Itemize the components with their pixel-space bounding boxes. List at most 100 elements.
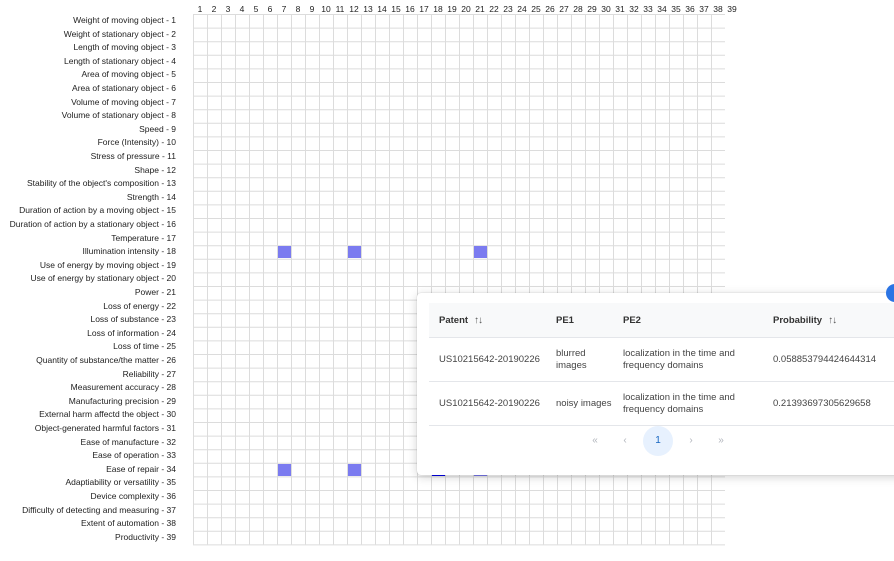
row-label: Stability of the object's composition - …: [26, 178, 176, 189]
row-label: Stress of pressure - 11: [90, 151, 176, 161]
pe1-column-header: PE1: [546, 303, 613, 338]
row-label: Volume of moving object - 7: [71, 96, 176, 107]
pe2-column-header: PE2: [613, 303, 763, 338]
probability-cell: 0.21393697305629658: [763, 381, 894, 426]
pe2-cell: localization in the time and frequency d…: [613, 381, 763, 426]
patent-cell: US10215642-20190226: [429, 337, 546, 382]
row-label: Loss of time - 25: [113, 341, 176, 352]
column-header: 3: [225, 4, 231, 14]
column-header: 23: [503, 4, 513, 14]
row-label: Device complexity - 36: [90, 491, 176, 501]
row-label: Length of stationary object - 4: [64, 55, 176, 66]
row-label: Loss of information - 24: [87, 327, 176, 338]
column-header: 10: [321, 4, 331, 14]
column-header: 27: [559, 4, 569, 14]
pe1-cell: blurred images: [546, 337, 613, 382]
row-label: Measurement accuracy - 28: [70, 382, 176, 393]
matrix-cell-marked[interactable]: [348, 246, 361, 259]
column-header: 11: [335, 4, 345, 14]
row-label: Adaptiability or versatility - 35: [65, 477, 176, 488]
patent-popup: Patent ↑↓ PE1 PE2 Probability ↑↓ US1021564…: [417, 293, 894, 475]
column-header: 15: [391, 4, 401, 14]
prev-page-button[interactable]: ‹: [610, 426, 640, 456]
row-label: Productivity - 39: [115, 531, 176, 542]
row-label: Ease of manufacture - 32: [80, 436, 176, 447]
column-header: 13: [363, 4, 373, 14]
column-header: 12: [349, 4, 359, 14]
column-header: 26: [545, 4, 555, 14]
column-header: 31: [615, 4, 625, 14]
row-label: Use of energy by moving object - 19: [39, 259, 176, 270]
column-header: 6: [267, 4, 273, 14]
page-1-button[interactable]: 1: [643, 426, 673, 456]
patent-cell: US10215642-20190226: [429, 381, 546, 426]
last-page-button[interactable]: »: [706, 426, 736, 456]
matrix-cell-marked[interactable]: [278, 463, 291, 476]
row-label: Extent of automation - 38: [81, 518, 176, 529]
probability-cell: 0.058853794424644314: [763, 337, 894, 382]
matrix-cell-marked[interactable]: [348, 463, 361, 476]
matrix-grid[interactable]: [193, 14, 725, 561]
row-label: Object-generated harmful factors - 31: [34, 423, 176, 433]
patent-column-header[interactable]: Patent ↑↓: [429, 303, 546, 338]
probability-column-header[interactable]: Probability ↑↓: [763, 303, 894, 338]
sort-arrows-icon[interactable]: ↑↓: [828, 315, 837, 326]
matrix-cell-marked[interactable]: [278, 246, 291, 259]
column-header: 37: [699, 4, 709, 14]
column-header: 34: [657, 4, 667, 14]
row-label: Reliability - 27: [122, 368, 176, 379]
column-header: 21: [475, 4, 485, 14]
row-label: Speed - 9: [139, 123, 176, 134]
row-label: Manufacturing precision - 29: [68, 395, 176, 406]
column-header: 9: [309, 4, 315, 14]
column-header: 7: [281, 4, 287, 14]
column-header: 24: [517, 4, 527, 14]
contradiction-matrix: 1 2 3 4 5 6 7 8 9 10 11 12 13 14 15 16 17 18 19 20 21 22 23 24 2…: [0, 0, 894, 561]
row-label: Length of moving object - 3: [73, 42, 176, 53]
row-label: Weight of moving object - 1: [73, 15, 176, 25]
pe2-cell: localization in the time and frequency d…: [613, 337, 763, 382]
column-header: 2: [211, 4, 217, 14]
column-header: 17: [419, 4, 429, 14]
column-header: 19: [447, 4, 457, 14]
table-row[interactable]: US10215642-20190226 blurred images local…: [429, 337, 894, 382]
column-header: 20: [461, 4, 471, 14]
column-header: 25: [531, 4, 541, 14]
first-page-button[interactable]: «: [580, 426, 610, 456]
column-header: 22: [489, 4, 499, 14]
column-header: 28: [573, 4, 583, 14]
row-label: Ease of repair - 34: [106, 463, 176, 474]
column-header: 4: [239, 4, 245, 14]
column-header: 18: [433, 4, 443, 14]
row-label: External harm affectd the object - 30: [39, 409, 176, 420]
matrix-cell-marked[interactable]: [474, 246, 487, 259]
sort-arrows-icon[interactable]: ↑↓: [474, 315, 483, 326]
row-label: Shape - 12: [134, 164, 176, 175]
row-label: Duration of action by a moving object - …: [19, 205, 176, 216]
row-label: Weight of stationary object - 2: [63, 28, 176, 39]
column-header: 35: [671, 4, 681, 14]
column-header: 1: [197, 4, 203, 14]
row-label: Power - 21: [134, 287, 176, 297]
row-label: Difficulty of detecting and measuring - …: [22, 504, 176, 515]
column-header: 5: [253, 4, 259, 14]
table-header-row: Patent ↑↓ PE1 PE2 Probability ↑↓: [429, 303, 894, 338]
table-row[interactable]: US10215642-20190226 noisy images localiz…: [429, 381, 894, 426]
patent-table: Patent ↑↓ PE1 PE2 Probability ↑↓ US1021564…: [429, 303, 894, 426]
column-header: 30: [601, 4, 611, 14]
column-header: 8: [295, 4, 301, 14]
row-label: Area of moving object - 5: [81, 69, 177, 80]
column-header: 38: [713, 4, 723, 14]
pe1-cell: noisy images: [546, 381, 613, 426]
row-label: Loss of energy - 22: [103, 300, 176, 311]
column-header: 29: [587, 4, 597, 14]
column-header: 16: [405, 4, 415, 14]
next-page-button[interactable]: ›: [676, 426, 706, 456]
row-label: Ease of operation - 33: [92, 450, 176, 461]
column-header: 32: [629, 4, 639, 14]
row-label: Use of energy by stationary object - 20: [30, 273, 176, 284]
pagination: « ‹ 1 › »: [417, 426, 894, 456]
row-label: Illumination intensity - 18: [82, 246, 176, 257]
column-header: 39: [727, 4, 737, 14]
column-header: 14: [377, 4, 387, 14]
